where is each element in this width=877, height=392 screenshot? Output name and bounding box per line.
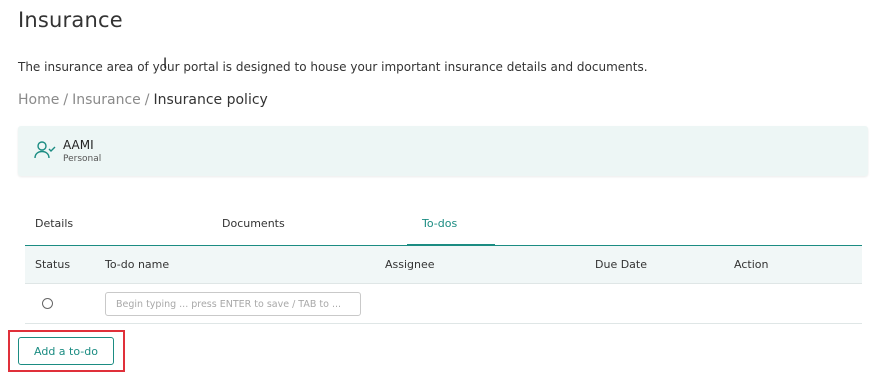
column-header-action: Action xyxy=(734,258,769,271)
text-cursor-icon: I xyxy=(163,56,168,72)
tab-bar: Details Documents To-dos xyxy=(25,208,862,246)
breadcrumb: Home / Insurance / Insurance policy xyxy=(18,92,268,108)
table-header: Status To-do name Assignee Due Date Acti… xyxy=(25,246,862,284)
entity-type: Personal xyxy=(63,154,102,164)
entity-card: AAMI Personal xyxy=(18,126,868,176)
tab-details[interactable]: Details xyxy=(35,217,73,230)
column-header-todo-name: To-do name xyxy=(105,258,170,271)
breadcrumb-separator: / xyxy=(144,92,150,108)
tab-documents[interactable]: Documents xyxy=(222,217,285,230)
status-radio[interactable] xyxy=(42,298,53,309)
todo-name-input[interactable] xyxy=(105,292,361,316)
column-header-assignee: Assignee xyxy=(385,258,435,271)
breadcrumb-insurance[interactable]: Insurance xyxy=(72,92,141,108)
breadcrumb-current: Insurance policy xyxy=(153,92,268,108)
breadcrumb-home[interactable]: Home xyxy=(18,92,59,108)
add-todo-button[interactable]: Add a to-do xyxy=(18,337,114,365)
page-intro: The insurance area of your portal is des… xyxy=(18,60,648,74)
column-header-status: Status xyxy=(35,258,71,271)
breadcrumb-separator: / xyxy=(63,92,69,108)
tab-todos[interactable]: To-dos xyxy=(422,217,457,230)
user-check-icon xyxy=(34,141,56,159)
entity-name: AAMI xyxy=(63,138,94,152)
table-row xyxy=(25,284,862,324)
page-title: Insurance xyxy=(18,8,123,32)
column-header-due-date: Due Date xyxy=(595,258,647,271)
